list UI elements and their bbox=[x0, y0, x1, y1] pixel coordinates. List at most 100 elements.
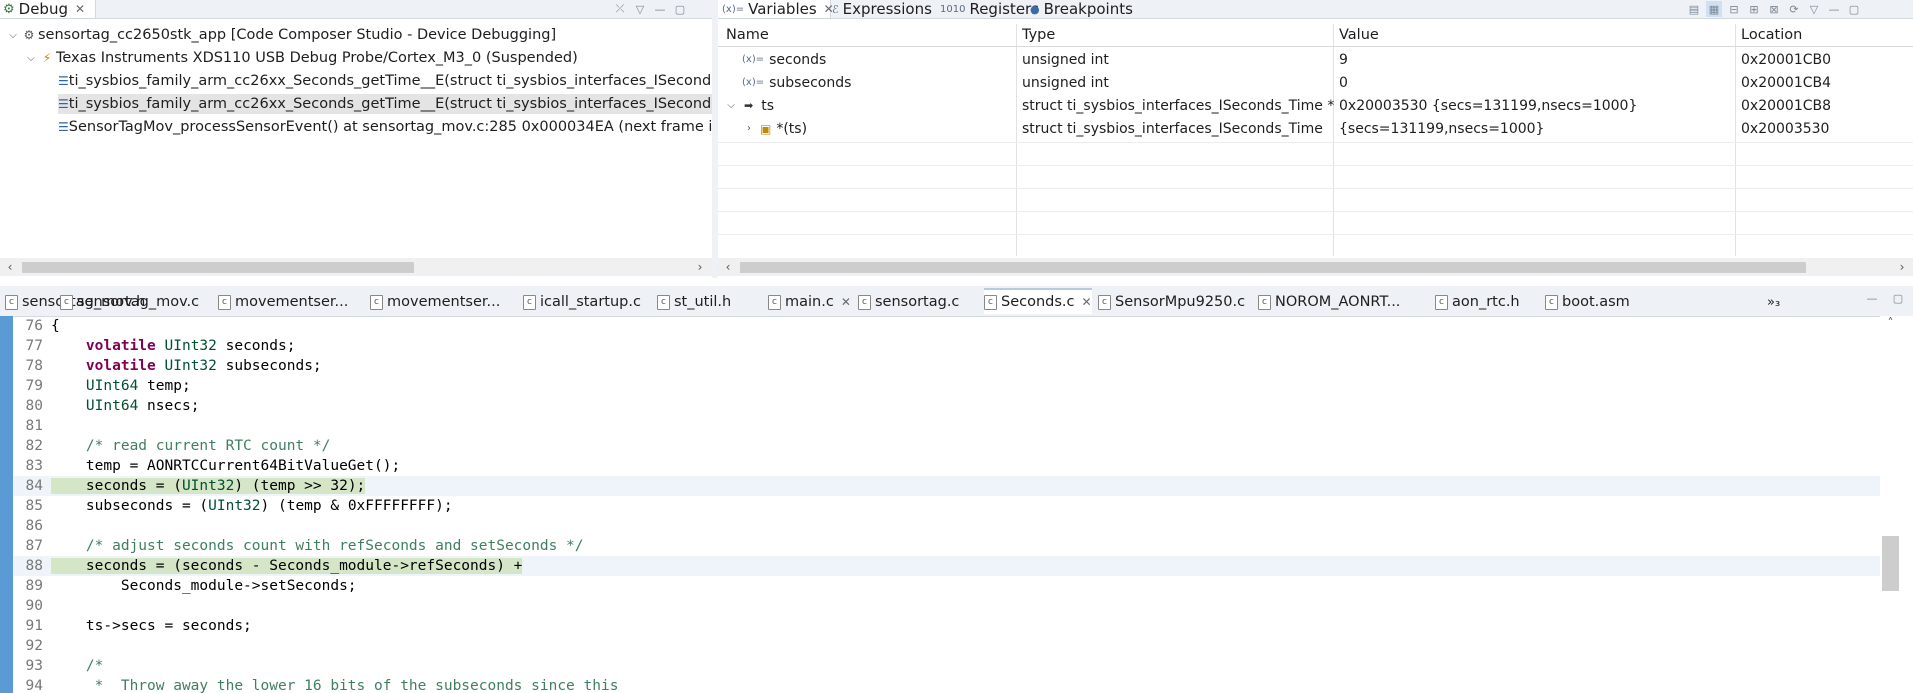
debug-horizontal-scrollbar[interactable]: ‹ › bbox=[0, 258, 712, 276]
code-editor[interactable]: 76{77 volatile UInt32 seconds; 78 volatil… bbox=[13, 316, 1880, 693]
editor-tab-label: NOROM_AONRT... bbox=[1275, 294, 1401, 310]
variable-value-cell[interactable]: 0 bbox=[1339, 73, 1348, 92]
editor-tab-label: boot.asm bbox=[1562, 294, 1630, 310]
grid-line bbox=[718, 211, 1913, 212]
editor-tab-label: sensortag.c bbox=[875, 294, 960, 310]
variable-name-cell[interactable]: ⌵ ➡ ts bbox=[724, 96, 774, 115]
chevron-down-icon[interactable]: ⌵ bbox=[724, 100, 738, 111]
tree-item-frame-3[interactable]: ☰ SensorTagMov_processSensorEvent() at s… bbox=[58, 117, 712, 137]
overview-ruler[interactable] bbox=[1880, 316, 1913, 693]
editor-tab[interactable]: c sensortag_mov.c bbox=[60, 290, 199, 314]
code-text: UInt64 nsecs; bbox=[85, 398, 200, 414]
tree-item-frame-2[interactable]: ☰ ti_sysbios_family_arm_cc26xx_Seconds_g… bbox=[58, 94, 712, 114]
variable-name-cell[interactable]: (x)= seconds bbox=[742, 50, 826, 69]
line-number: 78 bbox=[25, 358, 43, 374]
scroll-left-icon[interactable]: ‹ bbox=[720, 258, 736, 276]
source-file-icon: c bbox=[523, 294, 536, 310]
scroll-up-icon[interactable]: ˄ bbox=[1882, 316, 1899, 334]
session-icon: ⚙ bbox=[23, 28, 35, 42]
code-line: 85 subseconds = (UInt32) (temp & 0xFFFFF… bbox=[13, 496, 1880, 516]
editor-tab-label: main.c bbox=[785, 294, 834, 310]
editor-tab-label: icall_startup.c bbox=[540, 294, 641, 310]
code-line: 82 /* read current RTC count */ bbox=[13, 436, 1880, 456]
variable-name: ts bbox=[761, 97, 775, 114]
editor-tab[interactable]: c Seconds.c ✕ bbox=[984, 288, 1092, 314]
annotation-ruler[interactable] bbox=[0, 316, 13, 693]
editor-tab[interactable]: c aon_rtc.h bbox=[1435, 290, 1520, 314]
vertical-scrollbar-thumb[interactable] bbox=[1882, 536, 1899, 591]
variable-value-cell[interactable]: 9 bbox=[1339, 50, 1348, 69]
close-icon[interactable]: ✕ bbox=[75, 2, 85, 16]
editor-tab[interactable]: c movementser... bbox=[370, 290, 500, 314]
code-text: subseconds = (UInt32) (temp & 0xFFFFFFFF… bbox=[51, 498, 453, 514]
variables-horizontal-scrollbar[interactable]: ‹ › bbox=[718, 258, 1913, 276]
code-line: 76 { bbox=[13, 316, 1880, 336]
chevron-down-icon[interactable]: ⌵ bbox=[6, 30, 20, 41]
maximize-icon[interactable]: ▢ bbox=[672, 1, 688, 17]
scroll-left-icon[interactable]: ‹ bbox=[2, 258, 18, 276]
overflow-label: »₃ bbox=[1767, 294, 1781, 310]
line-number: 89 bbox=[25, 578, 43, 594]
close-icon[interactable]: ✕ bbox=[1082, 295, 1092, 309]
minimize-icon[interactable]: — bbox=[652, 1, 668, 17]
variable-name-cell[interactable]: (x)= subseconds bbox=[742, 73, 851, 92]
line-number: 84 bbox=[25, 478, 43, 494]
editor-overflow-button[interactable]: »₃ bbox=[1767, 290, 1780, 314]
editor-tab[interactable]: c sensortag.c bbox=[858, 290, 959, 314]
editor-tab[interactable]: c movementser... bbox=[218, 290, 348, 314]
editor-tab[interactable]: c NOROM_AONRT... bbox=[1258, 290, 1400, 314]
remove-terminated-icon[interactable]: ⤫ bbox=[612, 1, 628, 17]
source-file-icon: c bbox=[218, 294, 231, 310]
code-text: * Throw away the lower 16 bits of the su… bbox=[51, 678, 619, 693]
grid-line bbox=[718, 188, 1913, 189]
line-number: 93 bbox=[25, 658, 43, 674]
variable-location-cell: 0x20001CB0 bbox=[1741, 51, 1832, 68]
code-line: 78 volatile UInt32 subseconds; bbox=[13, 356, 1880, 376]
column-header-value[interactable]: Value bbox=[1339, 24, 1379, 46]
variable-value-cell[interactable]: 0x20003530 {secs=131199,nsecs=1000} bbox=[1339, 96, 1637, 115]
editor-tab-label: movementser... bbox=[387, 294, 501, 310]
minimize-icon[interactable]: — bbox=[1864, 290, 1880, 306]
source-file-icon: c bbox=[1545, 294, 1558, 310]
stack-frame-icon: ☰ bbox=[58, 97, 69, 111]
struct-icon: ▣ bbox=[760, 121, 772, 136]
scroll-right-icon[interactable]: › bbox=[692, 258, 708, 276]
editor-tab-label: aon_rtc.h bbox=[1452, 294, 1520, 310]
variable-value-cell[interactable]: {secs=131199,nsecs=1000} bbox=[1339, 119, 1544, 138]
maximize-icon[interactable]: ▢ bbox=[1890, 290, 1906, 306]
code-line: 83 temp = AONRTCCurrent64BitValueGet(); bbox=[13, 456, 1880, 476]
code-line: 90 bbox=[13, 596, 1880, 616]
column-header-location[interactable]: Location bbox=[1741, 24, 1802, 46]
debug-bug-icon: ⚙ bbox=[3, 1, 15, 17]
code-text: /* adjust seconds count with refSeconds … bbox=[51, 538, 584, 554]
editor-tab[interactable]: c boot.asm bbox=[1545, 290, 1630, 314]
column-header-type[interactable]: Type bbox=[1022, 24, 1055, 46]
editor-tab[interactable]: c st_util.h bbox=[657, 290, 731, 314]
chevron-right-icon[interactable]: › bbox=[742, 123, 756, 134]
close-icon[interactable]: ✕ bbox=[841, 295, 851, 309]
tree-item-probe[interactable]: ⌵ ⚡ Texas Instruments XDS110 USB Debug P… bbox=[24, 48, 578, 68]
source-file-icon: c bbox=[768, 294, 781, 310]
tree-item-session[interactable]: ⌵ ⚙ sensortag_cc2650stk_app [Code Compos… bbox=[6, 25, 556, 45]
tree-item-label: ti_sysbios_family_arm_cc26xx_Seconds_get… bbox=[68, 73, 712, 89]
code-line: 77 volatile UInt32 seconds; bbox=[13, 336, 1880, 356]
chevron-down-icon[interactable]: ⌵ bbox=[24, 53, 38, 64]
debug-tree: ⌵ ⚙ sensortag_cc2650stk_app [Code Compos… bbox=[0, 22, 712, 254]
editor-tab[interactable]: c SensorMpu9250.c bbox=[1098, 290, 1245, 314]
scroll-thumb[interactable] bbox=[740, 262, 1806, 273]
tree-item-label: ti_sysbios_family_arm_cc26xx_Seconds_get… bbox=[68, 96, 712, 112]
line-number: 79 bbox=[25, 378, 43, 394]
column-header-name[interactable]: Name bbox=[726, 24, 769, 46]
scroll-thumb[interactable] bbox=[22, 262, 414, 273]
code-line: 94 * Throw away the lower 16 bits of the… bbox=[13, 676, 1880, 693]
view-menu-icon[interactable]: ▽ bbox=[632, 1, 648, 17]
variable-name-cell[interactable]: › ▣ *(ts) bbox=[742, 119, 807, 138]
tab-debug[interactable]: ⚙ Debug ✕ bbox=[0, 0, 96, 18]
editor-tab[interactable]: c main.c ✕ bbox=[768, 290, 851, 314]
scroll-right-icon[interactable]: › bbox=[1894, 258, 1910, 276]
tree-item-frame-1[interactable]: ☰ ti_sysbios_family_arm_cc26xx_Seconds_g… bbox=[58, 71, 712, 91]
variable-location-cell: 0x20003530 bbox=[1741, 120, 1830, 137]
editor-tab[interactable]: c icall_startup.c bbox=[523, 290, 641, 314]
grid-line bbox=[718, 142, 1913, 143]
source-file-icon: c bbox=[1258, 294, 1271, 310]
